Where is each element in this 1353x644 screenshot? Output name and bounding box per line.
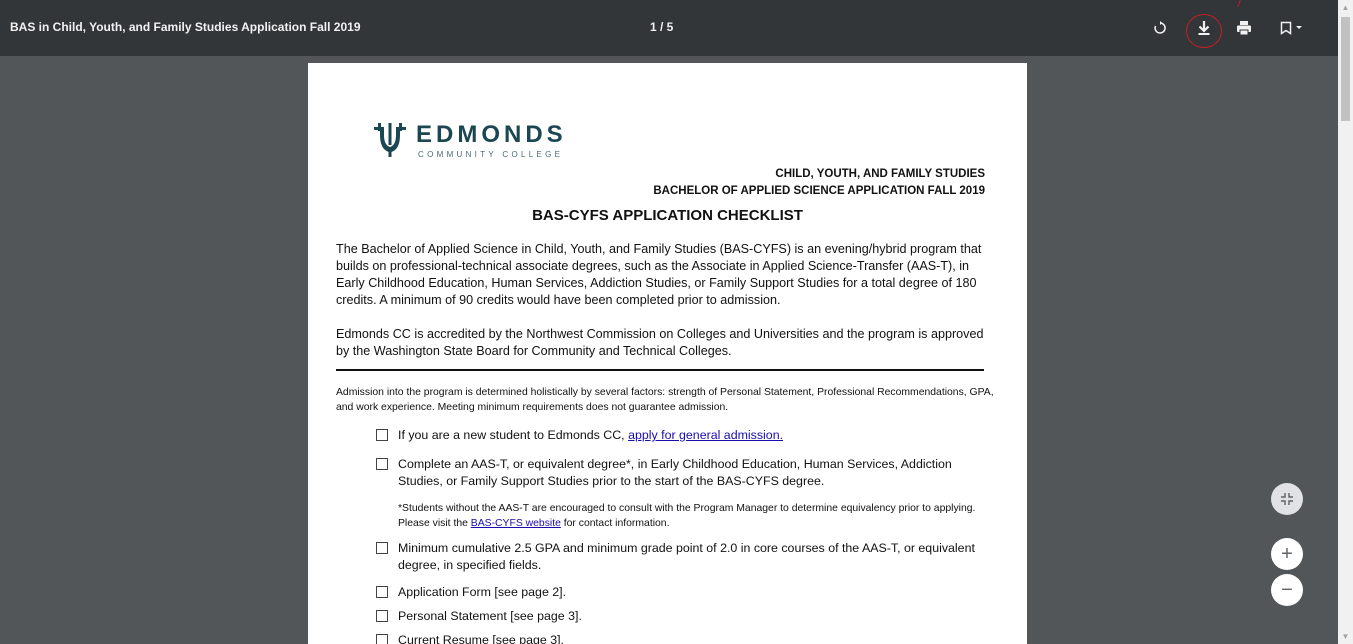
bookmark-icon[interactable]	[1276, 16, 1310, 40]
logo-wordmark: EDMONDS	[416, 121, 567, 148]
item-text: If you are a new student to Edmonds CC,	[398, 428, 625, 442]
checkbox[interactable]	[376, 458, 388, 470]
apply-general-admission-link[interactable]: apply for general admission.	[628, 428, 783, 442]
item-text: Minimum cumulative 2.5 GPA and minimum g…	[398, 541, 975, 572]
red-annotation-circle	[1186, 14, 1222, 48]
note-text-end: for contact information.	[563, 518, 670, 529]
bas-cyfs-website-link[interactable]: BAS-CYFS website	[471, 518, 561, 529]
vertical-scrollbar[interactable]: ▲ ▼	[1338, 0, 1353, 644]
checkbox[interactable]	[376, 429, 388, 441]
scroll-up-arrow-icon[interactable]: ▲	[1341, 3, 1350, 12]
item-text: Application Form [see page 2].	[398, 585, 567, 599]
print-icon[interactable]	[1232, 16, 1256, 40]
checkbox[interactable]	[376, 634, 388, 644]
plus-icon: +	[1281, 543, 1293, 565]
fit-page-icon	[1281, 493, 1293, 505]
zoom-out-button[interactable]: −	[1271, 574, 1303, 606]
checklist-title: BAS-CYFS APPLICATION CHECKLIST	[532, 207, 803, 224]
fit-to-page-button[interactable]	[1271, 483, 1303, 515]
item-text: Personal Statement [see page 3].	[398, 609, 582, 623]
red-annotation-stroke	[1228, 0, 1242, 7]
admission-criteria: Admission into the program is determined…	[336, 387, 994, 413]
divider-rule	[336, 369, 984, 371]
application-heading: BACHELOR OF APPLIED SCIENCE APPLICATION …	[653, 185, 985, 197]
logo-subtitle: COMMUNITY COLLEGE	[418, 150, 564, 159]
minus-icon: −	[1281, 579, 1293, 601]
accreditation-statement: Edmonds CC is accredited by the Northwes…	[336, 327, 984, 358]
checkbox[interactable]	[376, 610, 388, 622]
checkbox[interactable]	[376, 542, 388, 554]
edmonds-logo: EDMONDS COMMUNITY COLLEGE	[370, 121, 590, 163]
document-title: BAS in Child, Youth, and Family Studies …	[10, 20, 361, 34]
equivalency-note: *Students without the AAS-T are encourag…	[398, 501, 998, 531]
scroll-thumb[interactable]	[1341, 17, 1350, 121]
zoom-in-button[interactable]: +	[1271, 538, 1303, 570]
item-text: Complete an AAS-T, or equivalent degree*…	[398, 457, 952, 488]
checkbox[interactable]	[376, 586, 388, 598]
pdf-page: EDMONDS COMMUNITY COLLEGE CHILD, YOUTH, …	[308, 63, 1027, 644]
program-heading: CHILD, YOUTH, AND FAMILY STUDIES	[775, 168, 985, 180]
pdf-toolbar: BAS in Child, Youth, and Family Studies …	[0, 0, 1353, 56]
scroll-down-arrow-icon[interactable]: ▼	[1341, 632, 1350, 641]
page-indicator[interactable]: 1 / 5	[650, 20, 673, 34]
program-description: The Bachelor of Applied Science in Child…	[336, 242, 982, 307]
item-text: Current Resume [see page 3].	[398, 633, 564, 644]
rotate-icon[interactable]	[1148, 16, 1172, 40]
